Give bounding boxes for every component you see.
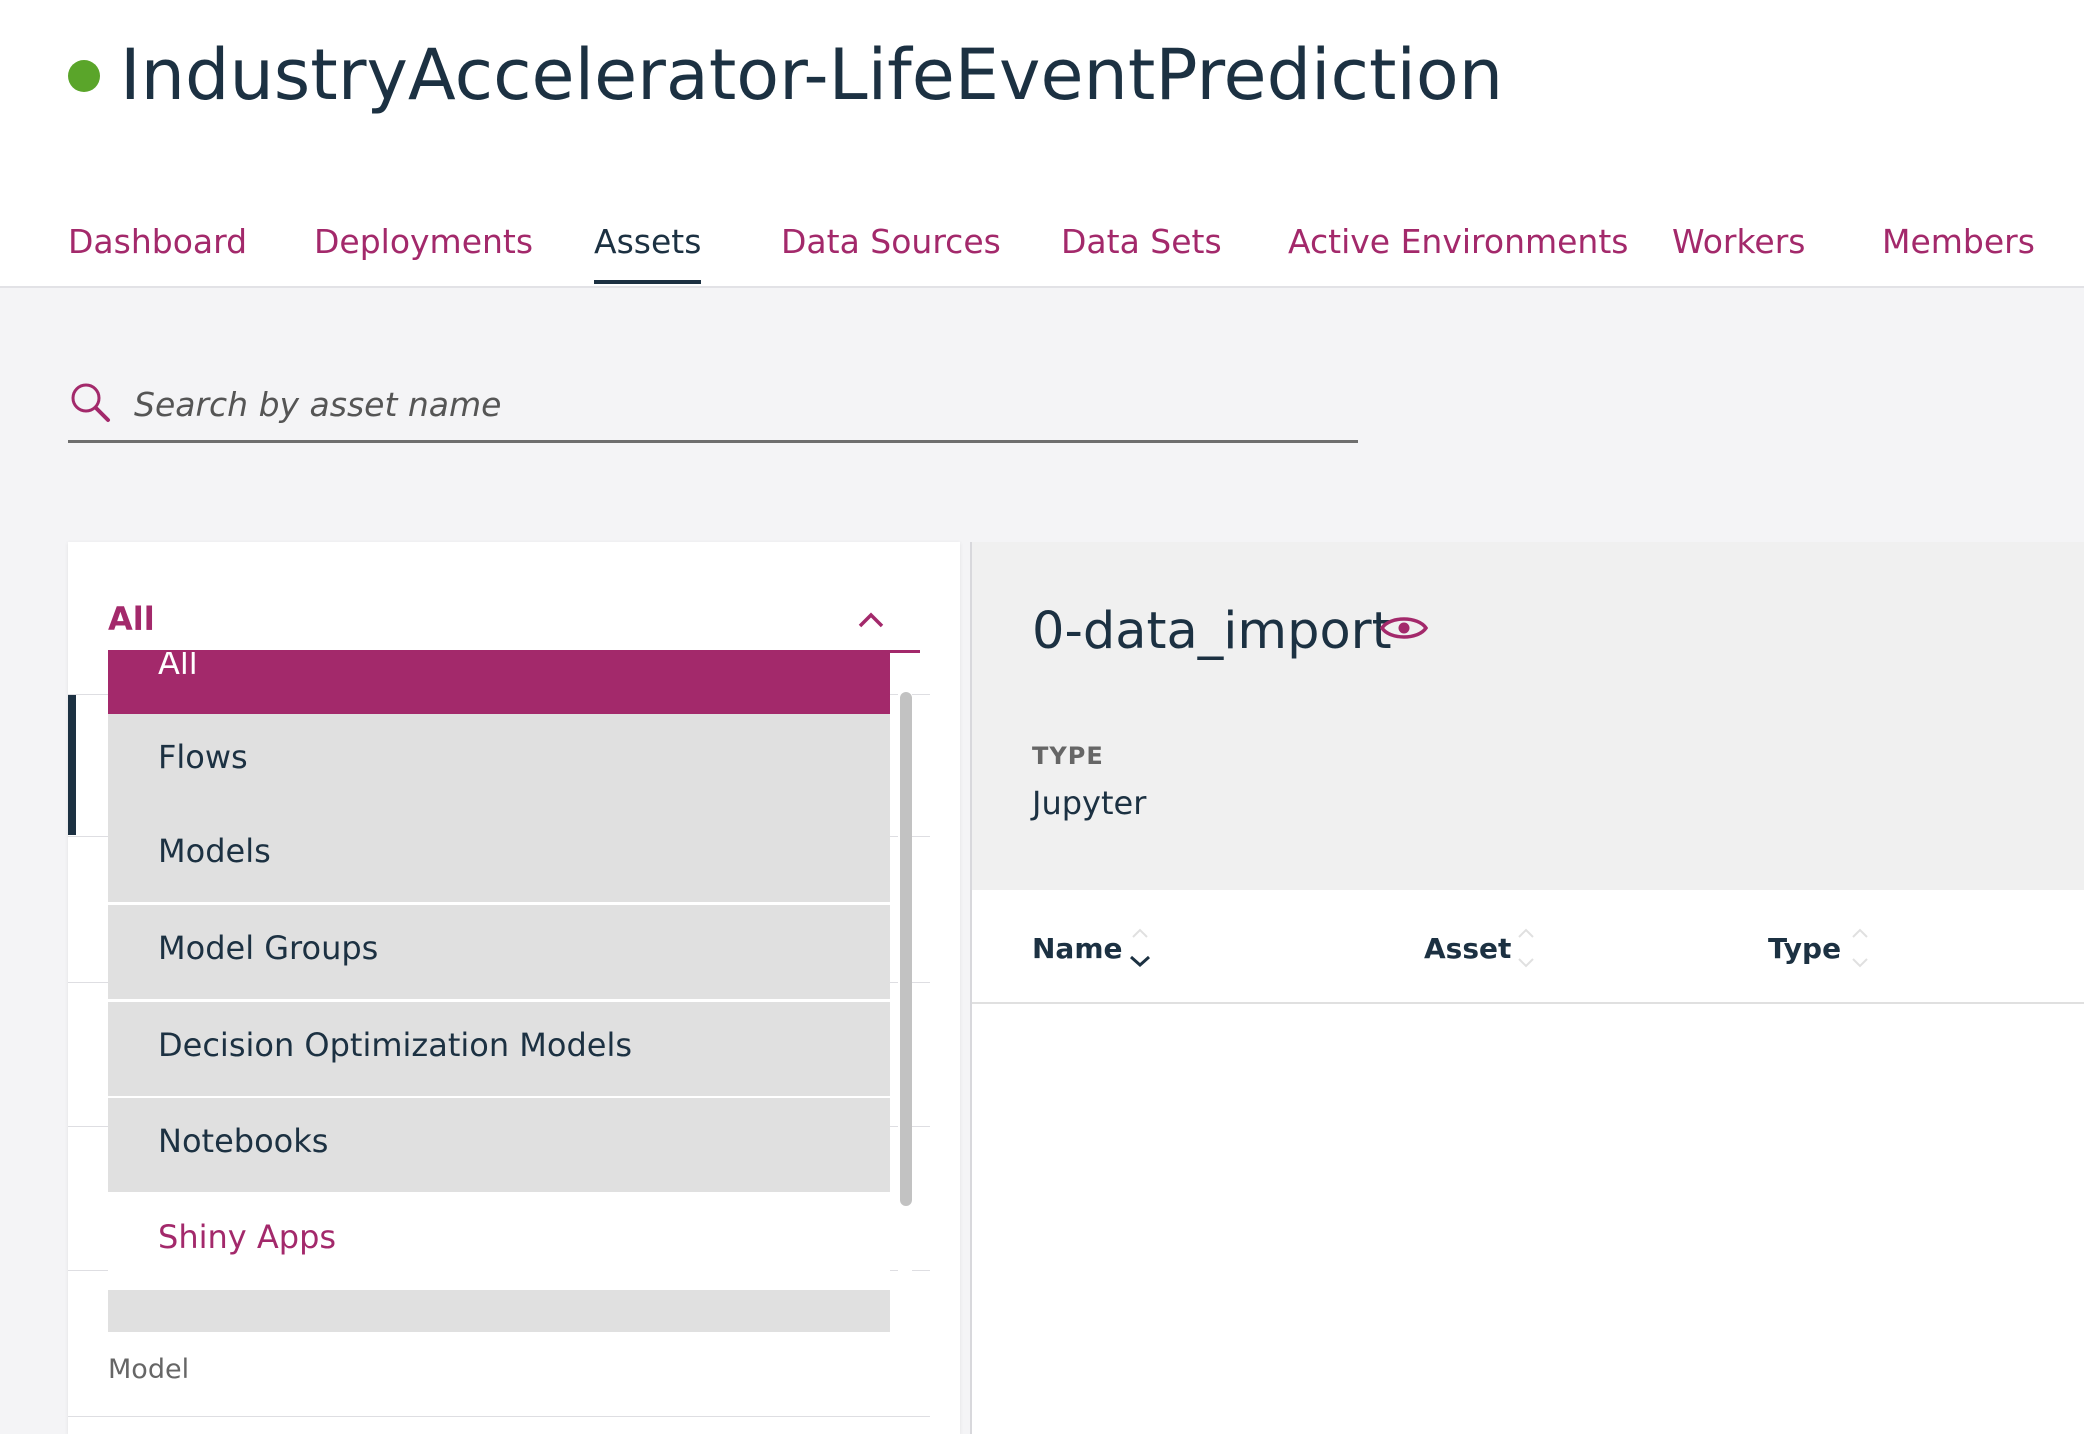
column-header-asset[interactable]: Asset xyxy=(1424,932,1511,965)
tab-data-sources[interactable]: Data Sources xyxy=(781,220,1001,264)
dropdown-option-decision-optimization-models[interactable]: Decision Optimization Models xyxy=(108,1002,890,1096)
column-header-name[interactable]: Name xyxy=(1032,932,1123,965)
sort-icon[interactable] xyxy=(1848,920,1872,976)
tab-dashboard[interactable]: Dashboard xyxy=(68,220,247,264)
dropdown-option-model-groups[interactable]: Model Groups xyxy=(108,905,890,999)
asset-type-dropdown-menu: All Flows Models Model Groups Decision O… xyxy=(108,652,920,1332)
type-value: Jupyter xyxy=(1032,784,1147,822)
tab-deployments[interactable]: Deployments xyxy=(314,220,533,264)
asset-name: 0-data_import xyxy=(1032,602,1392,661)
dropdown-option-shiny-apps[interactable]: Shiny Apps xyxy=(108,1194,890,1288)
dropdown-scrollbar-thumb[interactable] xyxy=(900,692,912,1206)
dropdown-option-flows[interactable]: Flows xyxy=(108,714,890,808)
selected-row-indicator xyxy=(68,695,76,835)
page-title: IndustryAccelerator-LifeEventPrediction xyxy=(120,34,1504,116)
sort-icon[interactable] xyxy=(1514,920,1538,976)
tab-assets[interactable]: Assets xyxy=(594,220,702,284)
tab-data-sets[interactable]: Data Sets xyxy=(1061,220,1222,264)
search-input[interactable] xyxy=(132,378,1336,430)
asset-type-filter-value[interactable]: All xyxy=(108,600,155,638)
sort-icon[interactable] xyxy=(1128,920,1152,976)
panel-gutter xyxy=(930,542,960,1434)
tab-members[interactable]: Members xyxy=(1882,220,2035,264)
dropdown-option-models[interactable]: Models xyxy=(108,808,890,902)
asset-type-label: Model xyxy=(108,1354,190,1385)
table-header-divider xyxy=(972,1002,2084,1004)
eye-icon[interactable] xyxy=(1380,612,1428,644)
project-header: IndustryAccelerator-LifeEventPrediction … xyxy=(0,0,2084,288)
status-indicator-dot xyxy=(68,60,100,92)
asset-detail-header: 0-data_import TYPE Jupyter xyxy=(972,542,2084,890)
search-icon xyxy=(71,383,110,422)
chevron-up-icon[interactable] xyxy=(856,606,886,636)
tab-active-environments[interactable]: Active Environments xyxy=(1288,220,1628,264)
dropdown-option-all[interactable]: All xyxy=(108,652,890,714)
dropdown-option-notebooks[interactable]: Notebooks xyxy=(108,1098,890,1192)
column-header-type[interactable]: Type xyxy=(1768,932,1841,965)
asset-detail-panel: 0-data_import TYPE Jupyter Name Asset Ty… xyxy=(970,542,2084,1434)
list-divider xyxy=(68,1416,930,1417)
dropdown-option-partial[interactable] xyxy=(108,1290,890,1332)
type-heading: TYPE xyxy=(1032,742,1104,770)
tab-workers[interactable]: Workers xyxy=(1672,220,1805,264)
search-bar xyxy=(68,370,1358,443)
